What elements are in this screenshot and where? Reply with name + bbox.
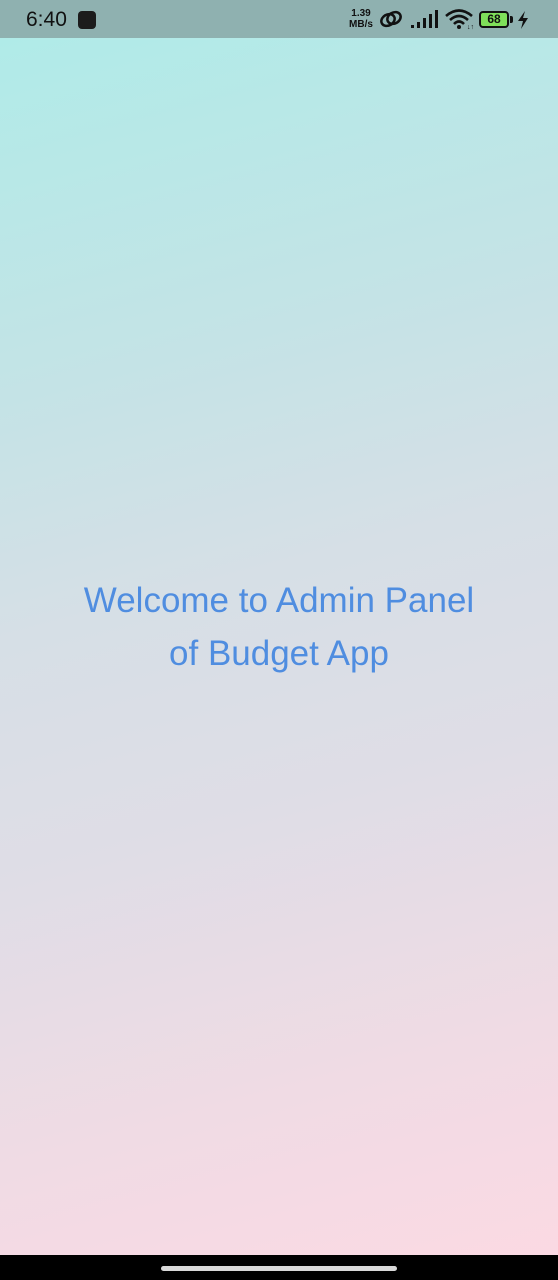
charging-bolt-icon xyxy=(518,11,528,29)
navigation-bar xyxy=(0,1255,558,1280)
signal-icon xyxy=(411,10,438,28)
status-time: 6:40 xyxy=(26,8,67,31)
status-bar: 6:40 1.39 MB/s ↓↑ 68 xyxy=(0,0,558,38)
link-icon xyxy=(380,10,402,28)
network-speed: 1.39 MB/s xyxy=(346,8,376,30)
home-indicator[interactable] xyxy=(161,1266,397,1271)
welcome-line-2: of Budget App xyxy=(169,634,389,673)
welcome-message: Welcome to Admin Panel of Budget App xyxy=(0,574,558,680)
battery-cap xyxy=(510,16,513,23)
wifi-icon: ↓↑ xyxy=(445,9,474,30)
battery-icon: 68 xyxy=(479,11,509,28)
network-speed-value: 1.39 xyxy=(351,8,371,19)
network-speed-unit: MB/s xyxy=(349,19,373,30)
welcome-line-1: Welcome to Admin Panel xyxy=(83,581,475,620)
app-notification-icon xyxy=(78,11,96,29)
svg-text:↓↑: ↓↑ xyxy=(467,24,474,30)
